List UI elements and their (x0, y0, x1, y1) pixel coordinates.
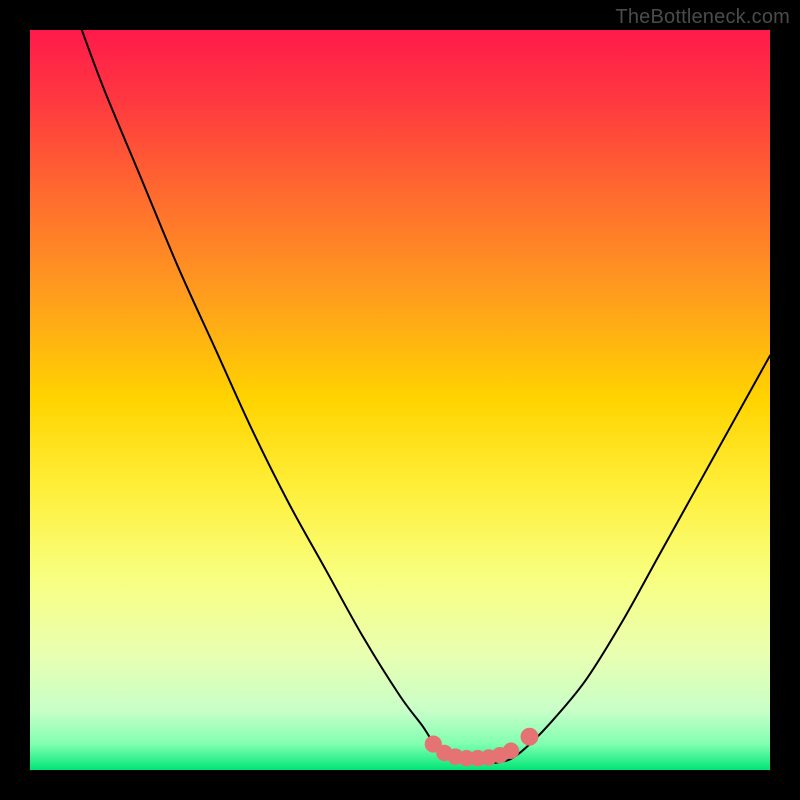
curve-marker (503, 743, 518, 758)
plot-area (30, 30, 770, 770)
gradient-background (30, 30, 770, 770)
curve-marker (521, 728, 538, 745)
watermark-text: TheBottleneck.com (615, 6, 790, 29)
chart-svg (30, 30, 770, 770)
chart-frame: TheBottleneck.com (0, 0, 800, 800)
